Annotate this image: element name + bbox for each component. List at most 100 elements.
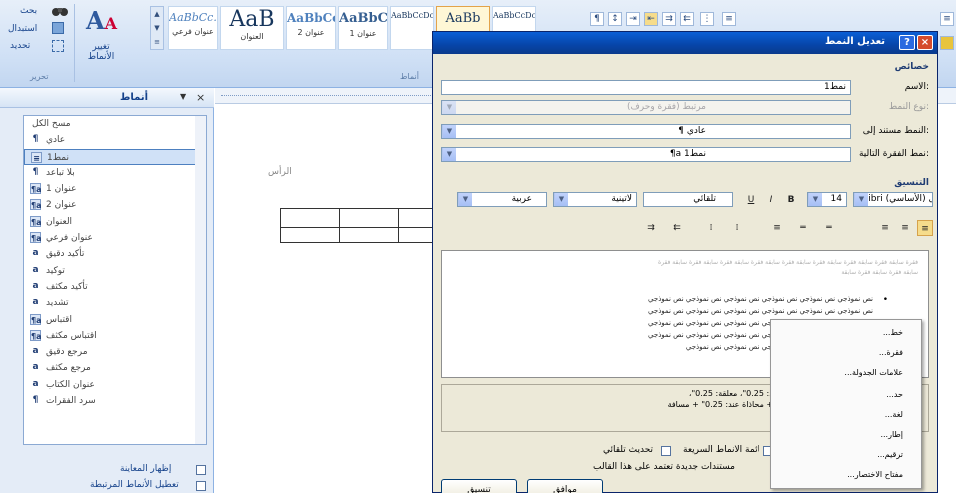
name-input[interactable]: نمط1 [441,80,851,95]
show-marks-button[interactable]: ¶ [590,12,604,26]
bold-button[interactable]: B [783,192,799,208]
style-list-item[interactable]: ¶a العنوان [24,214,206,230]
menu-item-frame[interactable]: إطار... [880,430,903,439]
sort-button[interactable]: ↕ [608,12,622,26]
align-right-button[interactable]: ≡ [917,220,933,236]
table-cell[interactable] [280,227,340,243]
shading-button[interactable] [940,36,954,50]
style-list-item[interactable]: a مرجع دقيق [24,344,206,360]
paragraph-spacing-button[interactable]: ⁞ [703,220,719,236]
numbering-button[interactable]: ≡ [722,12,736,26]
complex-script-select[interactable]: عربية ▼ [457,192,547,207]
rtl-button[interactable]: ⇤ [644,12,658,26]
italic-button[interactable]: I [763,192,779,208]
center-justify-button[interactable]: ═ [795,220,811,236]
style-tile-heading-1[interactable]: AaBbC عنوان 1 [338,6,388,50]
multilevel-list-button[interactable]: ⋮ [700,12,714,26]
styles-scroll[interactable]: ▲ ▼ ≡ [150,6,164,50]
font-select[interactable]: Calibri (الأساسي) ل ▼ [853,192,933,207]
decrease-indent-button[interactable]: ⇇ [669,220,685,236]
based-on-select[interactable]: ¶ عادي ▼ [441,124,851,139]
style-list-item[interactable]: ¶a عنوان 1 [24,181,206,197]
outdent-button[interactable]: ⇇ [680,12,694,26]
style-list-item[interactable]: ¶ عادي [24,132,206,148]
header-label: الرأس [268,167,292,177]
table-cell[interactable] [280,208,340,228]
justify-button[interactable]: ═ [821,220,837,236]
style-list-item[interactable]: a مرجع مكثف [24,360,206,376]
style-list-item[interactable]: ¶a اقتباس مكثف [24,328,206,344]
menu-item-language[interactable]: لغة... [885,410,903,419]
style-list-item[interactable]: a توكيد [24,263,206,279]
replace-button[interactable]: استبدال [8,24,37,34]
script-select[interactable]: لاتينية ▼ [553,192,637,207]
bullets-button[interactable]: ≡ [940,12,954,26]
character-style-icon: a [32,378,39,389]
style-list-item[interactable]: ¶a عنوان 2 [24,197,206,213]
style-list-item[interactable]: a عنوان الكتاب [24,377,206,393]
style-list-item[interactable]: ¶a اقتباس [24,312,206,328]
replace-icon [52,22,64,34]
based-on-value: ¶ عادي [678,126,706,136]
chevron-down-icon: ▼ [808,193,822,206]
align-left-button[interactable]: ≡ [877,220,893,236]
next-style-select[interactable]: ¶a نمط1 ▼ [441,147,851,162]
select-button[interactable]: تحديد [10,41,30,51]
distribute-button[interactable]: ≡ [769,220,785,236]
change-styles-label[interactable]: تغيير الأنماط [82,42,120,62]
show-preview-checkbox[interactable] [196,465,206,475]
align-center-button[interactable]: ≡ [897,220,913,236]
style-list-item[interactable]: a تأكيد دقيق [24,246,206,262]
script-value: لاتينية [611,194,632,204]
disable-linked-checkbox[interactable] [196,481,206,491]
style-list-item[interactable]: ¶a عنوان فرعي [24,230,206,246]
style-name: عنوان 1 [46,184,77,195]
indent-button[interactable]: ⇉ [662,12,676,26]
menu-item-font[interactable]: خط... [883,328,903,337]
style-list[interactable]: مسح الكل ¶ عادي ≡ نمط1 ¶ بلا تباعد ¶a عنوان 1 ¶a… [23,115,207,445]
find-button[interactable]: بحث [20,6,37,16]
table-cell[interactable] [398,227,434,243]
ltr-button[interactable]: ⇥ [626,12,640,26]
font-color-select[interactable]: تلقائي [643,192,733,207]
style-tile-subtitle[interactable]: AaBbCc. عنوان فرعي [168,6,218,50]
style-tile-title[interactable]: AaB العنوان [220,6,284,50]
close-icon[interactable]: × [196,91,205,104]
increase-indent-button[interactable]: ⇉ [643,220,659,236]
clear-all-item[interactable]: مسح الكل [24,116,206,132]
linked-style-icon: ≡ [31,151,42,163]
menu-item-shortcut-key[interactable]: مفتاح الاختصار... [847,470,903,479]
style-tile-3[interactable]: AaBbCcDc [390,6,434,50]
underline-button[interactable]: U [743,192,759,208]
line-spacing-button[interactable]: ⁞ [729,220,745,236]
character-style-icon: a [32,280,39,291]
style-list-scrollbar[interactable] [195,116,206,444]
style-list-item[interactable]: ¶ بلا تباعد [24,165,206,181]
style-list-item[interactable]: a تشديد [24,295,206,311]
binoculars-icon [52,4,68,18]
chevron-down-icon: ▼ [854,193,868,206]
style-list-item[interactable]: a تأكيد مكثف [24,279,206,295]
table-cell[interactable] [339,227,399,243]
close-button[interactable]: × [917,35,933,50]
auto-update-checkbox[interactable] [661,446,671,456]
menu-item-paragraph[interactable]: فقرة... [879,348,903,357]
table-cell[interactable] [398,208,434,228]
style-name: مرجع مكثف [46,363,91,374]
chevron-down-icon[interactable]: ▼ [180,92,186,101]
style-list-item[interactable]: ¶ سرد الفقرات [24,393,206,409]
menu-item-tabs[interactable]: علامات الجدولة... [844,368,903,377]
auto-update-label: تحديث تلقائي [603,445,654,455]
table-cell[interactable] [339,208,399,228]
menu-item-border[interactable]: حد... [886,390,903,399]
menu-item-numbering[interactable]: ترقيم... [877,450,903,459]
help-button[interactable]: ? [899,35,915,50]
font-size-select[interactable]: 14 ▼ [807,192,847,207]
style-list-item[interactable]: ≡ نمط1 [24,148,206,165]
format-button[interactable]: تنسيق [441,479,517,493]
style-name: عنوان الكتاب [46,379,95,390]
dialog-title: تعديل النمط [824,36,885,47]
ok-button[interactable]: موافق [527,479,603,493]
change-styles-icon[interactable]: AA [86,6,117,35]
style-tile-heading-2[interactable]: AaBbCc عنوان 2 [286,6,336,50]
